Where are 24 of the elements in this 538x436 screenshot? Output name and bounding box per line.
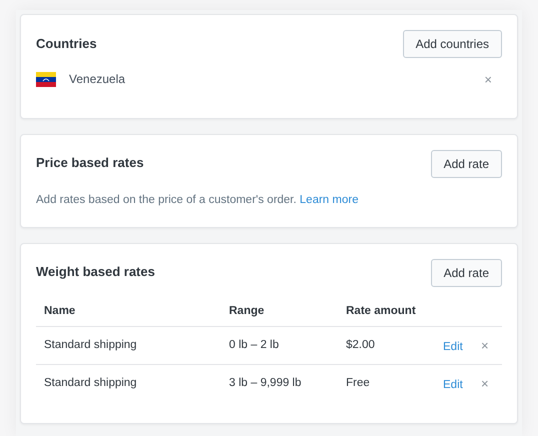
table-cell-text: 3 lb – 9,999 lb — [229, 376, 302, 392]
add-button[interactable]: Add rate — [430, 150, 502, 178]
table-cell-text: 0 lb – 2 lb — [229, 338, 280, 353]
description-text: Add rates based on the price of a customer's order. Learn more — [36, 193, 360, 208]
remove-button[interactable]: × — [481, 377, 489, 390]
edit-link[interactable]: Edit — [443, 340, 463, 352]
section-title: Countries — [36, 35, 97, 53]
column-header: Rate amount — [346, 304, 417, 319]
column-header: Range — [229, 304, 266, 319]
column-header: Name — [44, 304, 76, 319]
remove-button[interactable]: × — [481, 338, 489, 352]
learn-more-link[interactable]: Learn more — [300, 194, 358, 206]
add-button[interactable]: Add countries — [402, 30, 502, 58]
section-title: Weight based rates — [36, 263, 155, 281]
table-cell-text: Standard shipping — [44, 338, 138, 353]
table-cell-text: Free — [346, 376, 371, 392]
add-button[interactable]: Add rate — [430, 259, 502, 287]
country-name: Venezuela — [69, 71, 126, 88]
remove-button[interactable]: × — [484, 72, 492, 86]
edit-link[interactable]: Edit — [443, 379, 463, 391]
flag-icon — [36, 72, 56, 86]
section-title: Price based rates — [36, 154, 144, 172]
table-cell-text: $2.00 — [346, 338, 376, 353]
table-cell-text: Standard shipping — [44, 376, 138, 392]
